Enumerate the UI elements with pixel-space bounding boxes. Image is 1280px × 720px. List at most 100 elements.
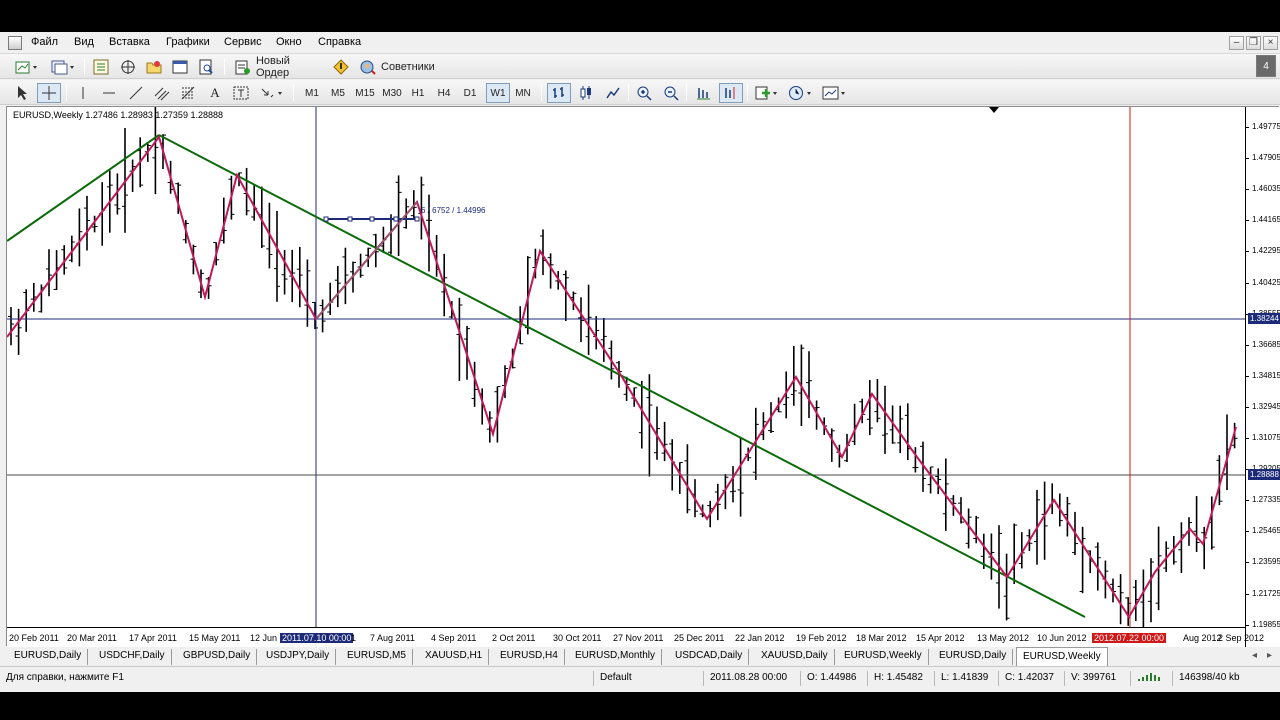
ohlc-bar (15, 308, 22, 355)
periods-button[interactable] (786, 83, 816, 103)
chart-tab[interactable]: EURUSD,Monthly (569, 649, 663, 665)
horizontal-line-button[interactable] (98, 83, 120, 103)
text-button[interactable]: A (204, 83, 226, 103)
chart-tab[interactable]: USDCHF,Daily (93, 649, 172, 665)
chart-tab[interactable]: EURUSD,M5 (341, 649, 413, 665)
crosshair-tool-button[interactable] (37, 83, 61, 103)
chart-shift-marker[interactable] (989, 107, 999, 113)
measure-handle[interactable] (393, 216, 399, 222)
status-low: L: 1.41839 (934, 671, 998, 686)
time-label: 15 Apr 2012 (916, 633, 965, 643)
price-tick-label: 1.19855 (1252, 619, 1280, 629)
ohlc-bar (8, 307, 14, 346)
tab-scroll-left-icon[interactable]: ◂ (1252, 650, 1257, 661)
candlestick-button[interactable] (574, 83, 598, 103)
chart-tab[interactable]: EURUSD,Weekly (1016, 647, 1108, 666)
zoom-out-button[interactable] (660, 83, 682, 103)
fibonacci-button[interactable] (177, 83, 199, 103)
measure-handle[interactable] (323, 216, 329, 222)
vertical-line-button[interactable] (73, 83, 93, 103)
chart-tab[interactable]: USDJPY,Daily (260, 649, 337, 665)
menu-insert[interactable]: Вставка (109, 36, 150, 48)
ohlc-bar (334, 266, 341, 308)
measure-handle[interactable] (369, 216, 375, 222)
timeframe-w1[interactable]: W1 (486, 83, 510, 103)
chart-window[interactable]: EURUSD,Weekly 1.27486 1.28983 1.27359 1.… (6, 106, 1280, 647)
price-tick-label: 1.27335 (1252, 495, 1280, 505)
restore-button[interactable]: ❐ (1246, 36, 1261, 50)
indicators-button[interactable] (752, 83, 782, 103)
line-chart-button[interactable] (601, 83, 625, 103)
chart-tab[interactable]: EURUSD,Weekly (838, 649, 929, 665)
price-tick (1246, 282, 1249, 284)
chart-tab[interactable]: USDCAD,Daily (669, 649, 750, 665)
strategy-tester-button[interactable] (195, 57, 217, 77)
text-label-button[interactable] (230, 83, 252, 103)
status-close: C: 1.42037 (998, 671, 1064, 686)
autoscroll-button[interactable] (692, 83, 714, 103)
trendline-button[interactable] (125, 83, 147, 103)
menu-tools[interactable]: Сервис (224, 36, 262, 48)
new-order-button[interactable]: Новый Ордер (231, 55, 327, 79)
menu-view[interactable]: Вид (74, 36, 94, 48)
timeframe-m5[interactable]: M5 (326, 83, 350, 103)
uptrend-line[interactable] (7, 134, 160, 242)
experts-button[interactable]: Советники (356, 57, 440, 77)
arrows-dropdown-icon (261, 88, 282, 98)
timeframe-h1[interactable]: H1 (406, 83, 430, 103)
bar-chart-button[interactable] (547, 83, 571, 103)
chart-shift-button[interactable] (719, 83, 743, 103)
cursor-tool-button[interactable] (12, 83, 32, 103)
price-tick-label: 1.47905 (1252, 153, 1280, 163)
price-scale[interactable]: 1.49775 1.47905 1.46035 1.44165 1.42295 1.404… (1245, 107, 1280, 647)
chart-tab[interactable]: EURUSD,Daily (8, 649, 89, 665)
close-button[interactable]: × (1263, 36, 1278, 50)
chart-tab[interactable]: EURUSD,Daily (933, 649, 1014, 665)
indicators-icon (755, 86, 777, 100)
price-tick (1246, 220, 1249, 222)
price-tick-label: 1.21725 (1252, 588, 1280, 598)
account-number-icon[interactable]: 4 (1256, 55, 1276, 77)
timeframe-m1[interactable]: M1 (300, 83, 324, 103)
timeframe-m30[interactable]: M30 (379, 83, 405, 103)
time-scale[interactable]: 20 Feb 2011 20 Mar 2011 17 Apr 2011 15 May … (7, 627, 1264, 647)
zoom-in-button[interactable] (633, 83, 655, 103)
price-chart[interactable] (7, 107, 1245, 627)
chart-area[interactable]: EURUSD,Weekly 1.27486 1.28983 1.27359 1.… (7, 107, 1245, 627)
meta-editor-button[interactable] (331, 57, 351, 77)
menu-charts[interactable]: Графики (166, 36, 210, 48)
chart-tab[interactable]: GBPUSD,Daily (177, 649, 258, 665)
new-chart-button[interactable] (12, 57, 42, 77)
chart-tab[interactable]: XAUUSD,Daily (755, 649, 835, 665)
market-watch-button[interactable] (90, 57, 112, 77)
menu-help[interactable]: Справка (318, 36, 361, 48)
navigator-button[interactable] (143, 57, 165, 77)
terminal-button[interactable] (169, 57, 191, 77)
menu-file[interactable]: Файл (31, 36, 58, 48)
connection-indicator (1130, 671, 1172, 686)
zigzag-indicator (7, 134, 1237, 619)
time-label: 2011.07.10 00:00 (280, 633, 354, 643)
timeframe-mn[interactable]: MN (511, 83, 535, 103)
timeframe-h4[interactable]: H4 (432, 83, 456, 103)
price-tick (1246, 500, 1249, 502)
measure-handle[interactable] (414, 216, 420, 222)
tab-scroll-right-icon[interactable]: ▸ (1267, 650, 1272, 661)
timeframe-d1[interactable]: D1 (458, 83, 482, 103)
channel-button[interactable] (151, 83, 173, 103)
menu-window[interactable]: Окно (276, 36, 302, 48)
chart-tab[interactable]: XAUUSD,H1 (419, 649, 490, 665)
ohlc-bar (562, 270, 569, 321)
data-window-button[interactable] (117, 57, 139, 77)
ohlc-bar (274, 210, 280, 302)
minimize-button[interactable]: – (1229, 36, 1244, 50)
measure-handle[interactable] (347, 216, 353, 222)
profiles-button[interactable] (48, 57, 78, 77)
timeframe-m15[interactable]: M15 (352, 83, 378, 103)
chart-tab[interactable]: EURUSD,H4 (494, 649, 565, 665)
templates-button[interactable] (820, 83, 850, 103)
arrows-button[interactable] (257, 83, 287, 103)
terminal-window-icon (172, 60, 188, 74)
app-icon[interactable] (8, 36, 22, 50)
price-tick-label: 1.32945 (1252, 401, 1280, 411)
